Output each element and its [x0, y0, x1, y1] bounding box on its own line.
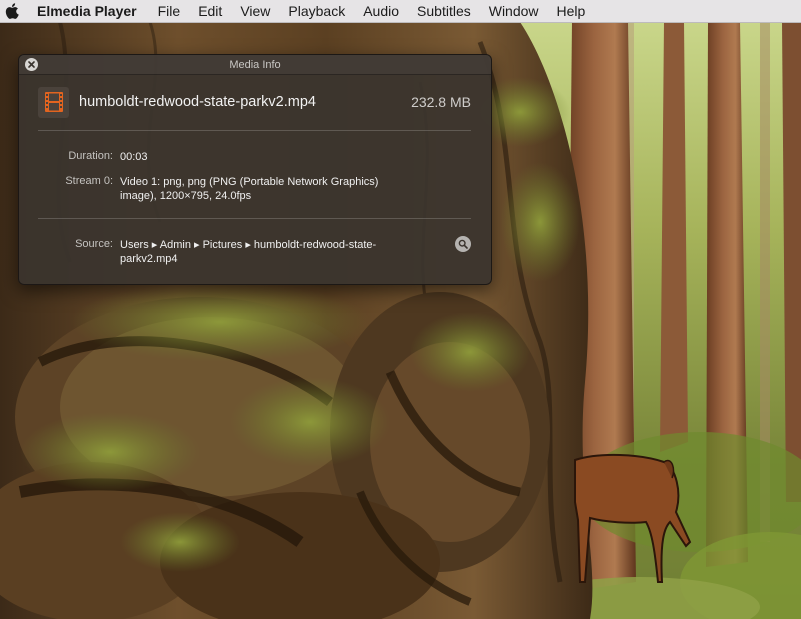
divider: [38, 130, 471, 131]
divider: [38, 218, 471, 219]
menu-view[interactable]: View: [240, 0, 270, 22]
file-header: humboldt-redwood-state-parkv2.mp4 232.8 …: [38, 86, 471, 118]
panel-titlebar[interactable]: Media Info: [19, 55, 491, 75]
file-name: humboldt-redwood-state-parkv2.mp4: [79, 94, 316, 110]
media-info-panel: Media Info humboldt-redwood-state-parkv2…: [18, 54, 492, 285]
menu-file[interactable]: File: [158, 0, 181, 22]
menu-subtitles[interactable]: Subtitles: [417, 0, 471, 22]
menu-edit[interactable]: Edit: [198, 0, 222, 22]
apple-logo-icon[interactable]: [4, 2, 20, 20]
close-icon[interactable]: [25, 58, 38, 71]
menu-audio[interactable]: Audio: [363, 0, 399, 22]
file-size: 232.8 MB: [411, 94, 471, 110]
source-label: Source:: [75, 238, 113, 250]
magnifier-icon[interactable]: [455, 236, 471, 252]
film-strip-icon: [38, 86, 69, 118]
duration-label: Duration:: [68, 150, 113, 162]
screen: Elmedia Player File Edit View Playback A…: [0, 0, 801, 619]
stream-value: Video 1: png, png (PNG (Portable Network…: [120, 176, 379, 202]
panel-title: Media Info: [229, 59, 281, 71]
menu-playback[interactable]: Playback: [288, 0, 345, 22]
stream-label: Stream 0:: [65, 175, 113, 187]
menu-help[interactable]: Help: [557, 0, 586, 22]
menu-bar: Elmedia Player File Edit View Playback A…: [0, 0, 801, 23]
source-path: Users ▸ Admin ▸ Pictures ▸ humboldt-redw…: [120, 239, 377, 265]
duration-value: 00:03: [120, 151, 148, 163]
menu-window[interactable]: Window: [489, 0, 539, 22]
menu-app-name[interactable]: Elmedia Player: [37, 0, 137, 22]
